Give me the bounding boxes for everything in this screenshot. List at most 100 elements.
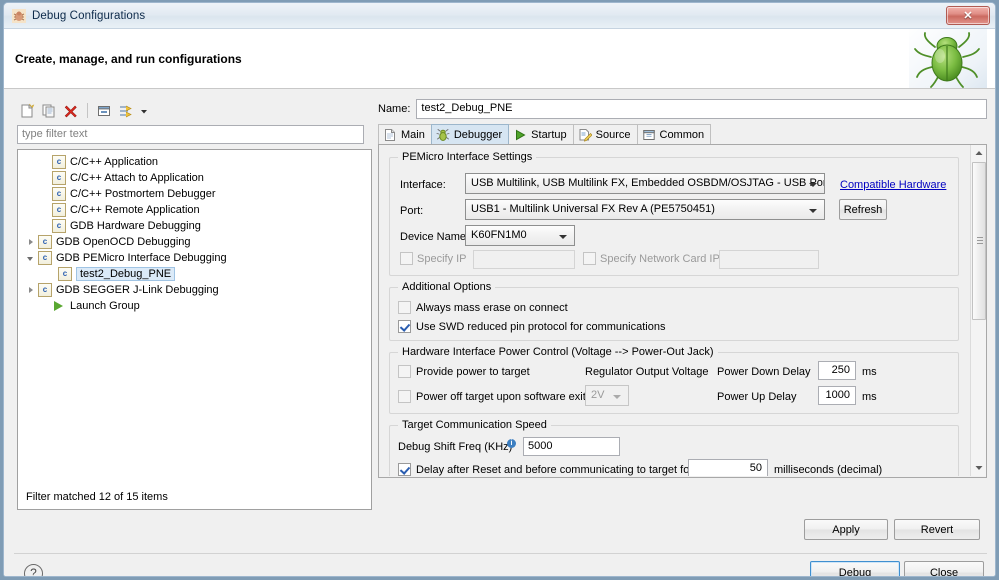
mass-erase-checkbox[interactable] xyxy=(398,301,411,314)
tree-item-launch-group[interactable]: Launch Group xyxy=(18,298,371,314)
tree-item-label: test2_Debug_PNE xyxy=(76,267,176,281)
additional-options-group: Additional Options Always mass erase on … xyxy=(389,281,959,341)
tree-collapse-arrow[interactable] xyxy=(24,250,38,266)
c-file-icon: c xyxy=(52,155,66,169)
specify-network-card-ip-label: Specify Network Card IP xyxy=(600,253,720,265)
tree-arrow xyxy=(38,202,52,218)
debug-shift-freq-input[interactable]: 5000 xyxy=(523,437,620,456)
tab-label: Common xyxy=(659,128,705,141)
specify-ip-checkbox[interactable] xyxy=(400,252,413,265)
toolbar-separator xyxy=(87,103,88,118)
delay-after-reset-checkbox[interactable] xyxy=(398,463,411,476)
tree-item-cpp-postmortem[interactable]: c C/C++ Postmortem Debugger xyxy=(18,186,371,202)
close-button[interactable]: Close xyxy=(904,561,984,576)
delay-after-reset-label: Delay after Reset and before communicati… xyxy=(416,464,693,476)
tab-debugger[interactable]: Debugger xyxy=(430,124,510,144)
tree-item-cpp-application[interactable]: c C/C++ Application xyxy=(18,154,371,170)
close-icon: ✕ xyxy=(963,10,973,22)
tree-item-gdb-hardware[interactable]: c GDB Hardware Debugging xyxy=(18,218,371,234)
apply-button[interactable]: Apply xyxy=(804,519,888,540)
power-off-exit-checkbox[interactable] xyxy=(398,390,411,403)
info-icon[interactable]: i xyxy=(507,439,516,448)
tab-source[interactable]: Source xyxy=(572,124,638,144)
debug-button[interactable]: Debug xyxy=(810,561,900,576)
tree-item-gdb-segger[interactable]: c GDB SEGGER J-Link Debugging xyxy=(18,282,371,298)
filter-input[interactable]: type filter text xyxy=(17,125,364,144)
power-down-delay-input[interactable]: 250 xyxy=(818,361,856,380)
debug-configurations-window: Debug Configurations ✕ Create, manage, a… xyxy=(3,2,996,577)
swd-protocol-checkbox[interactable] xyxy=(398,320,411,333)
hardware-power-control-group: Hardware Interface Power Control (Voltag… xyxy=(389,346,959,414)
window-title: Debug Configurations xyxy=(32,9,146,22)
name-row: Name: test2_Debug_PNE xyxy=(378,99,987,119)
common-icon xyxy=(642,128,656,142)
tab-label: Main xyxy=(401,128,425,141)
group-title: Target Communication Speed xyxy=(398,419,551,431)
tree-item-label: GDB OpenOCD Debugging xyxy=(56,236,191,248)
tree-expand-arrow[interactable] xyxy=(24,282,38,298)
dialog-content: type filter text c C/C++ Application c C… xyxy=(4,89,995,576)
debugger-tab-panel: PEMicro Interface Settings Interface: US… xyxy=(378,145,987,478)
scrollbar-thumb[interactable] xyxy=(972,162,986,320)
collapse-all-icon[interactable] xyxy=(94,101,114,121)
configurations-toolbar xyxy=(14,99,372,122)
c-file-icon: c xyxy=(38,251,52,265)
interface-combo[interactable]: USB Multilink, USB Multilink FX, Embedde… xyxy=(465,173,825,194)
source-icon xyxy=(578,128,593,142)
power-up-delay-input[interactable]: 1000 xyxy=(818,386,856,405)
name-label: Name: xyxy=(378,103,411,115)
c-file-icon: c xyxy=(52,187,66,201)
c-file-icon: c xyxy=(52,171,66,185)
tree-arrow xyxy=(38,186,52,202)
configurations-tree[interactable]: c C/C++ Application c C/C++ Attach to Ap… xyxy=(17,149,372,510)
duplicate-configuration-icon[interactable] xyxy=(39,101,59,121)
tree-item-label: GDB Hardware Debugging xyxy=(70,220,201,232)
scroll-up-arrow-icon[interactable] xyxy=(971,145,986,161)
regulator-voltage-combo[interactable]: 2V xyxy=(585,385,629,406)
configurations-panel: type filter text c C/C++ Application c C… xyxy=(14,99,372,511)
settings-vertical-scrollbar[interactable] xyxy=(970,145,986,476)
tree-item-gdb-openocd[interactable]: c GDB OpenOCD Debugging xyxy=(18,234,371,250)
tree-item-cpp-attach[interactable]: c C/C++ Attach to Application xyxy=(18,170,371,186)
tab-bar: Main Debugger Startup Source Common xyxy=(378,124,987,145)
tree-arrow xyxy=(38,298,52,314)
configuration-editor: Name: test2_Debug_PNE Main Debugger Star… xyxy=(378,99,987,511)
tab-common[interactable]: Common xyxy=(636,124,712,144)
regulator-output-voltage-label: Regulator Output Voltage xyxy=(585,366,709,378)
tree-arrow xyxy=(38,218,52,234)
revert-button[interactable]: Revert xyxy=(894,519,980,540)
tree-item-test2-debug-pne[interactable]: c test2_Debug_PNE xyxy=(18,266,371,282)
specify-ip-input[interactable] xyxy=(473,250,575,269)
scroll-down-arrow-icon[interactable] xyxy=(971,460,986,476)
new-configuration-icon[interactable] xyxy=(17,101,37,121)
tree-item-label: GDB PEMicro Interface Debugging xyxy=(56,252,227,264)
compatible-hardware-link[interactable]: Compatible Hardware xyxy=(840,179,946,191)
tab-main[interactable]: Main xyxy=(378,124,432,144)
power-off-exit-label: Power off target upon software exit xyxy=(416,391,586,403)
group-title: Hardware Interface Power Control (Voltag… xyxy=(398,346,718,358)
delete-configuration-icon[interactable] xyxy=(61,101,81,121)
tab-startup[interactable]: Startup xyxy=(508,124,574,144)
group-title: PEMicro Interface Settings xyxy=(398,151,537,163)
specify-network-card-ip-checkbox[interactable] xyxy=(583,252,596,265)
c-file-icon: c xyxy=(38,283,52,297)
tree-item-cpp-remote[interactable]: c C/C++ Remote Application xyxy=(18,202,371,218)
power-down-delay-label: Power Down Delay xyxy=(717,366,811,378)
port-combo[interactable]: USB1 - Multilink Universal FX Rev A (PE5… xyxy=(465,199,825,220)
device-name-combo[interactable]: K60FN1M0 xyxy=(465,225,575,246)
help-icon[interactable]: ? xyxy=(24,564,43,576)
provide-power-checkbox[interactable] xyxy=(398,365,411,378)
name-input[interactable]: test2_Debug_PNE xyxy=(416,99,987,119)
chevron-down-icon[interactable] xyxy=(138,101,150,121)
tree-item-gdb-pemicro[interactable]: c GDB PEMicro Interface Debugging xyxy=(18,250,371,266)
refresh-button[interactable]: Refresh xyxy=(839,199,887,220)
specify-ip-label: Specify IP xyxy=(417,253,467,265)
provide-power-label: Provide power to target xyxy=(416,366,530,378)
close-window-button[interactable]: ✕ xyxy=(946,6,990,25)
tree-expand-arrow[interactable] xyxy=(24,234,38,250)
specify-network-card-ip-input[interactable] xyxy=(719,250,819,269)
tree-list: c C/C++ Application c C/C++ Attach to Ap… xyxy=(18,150,371,314)
delay-after-reset-input[interactable]: 50 xyxy=(688,459,768,476)
tab-label: Startup xyxy=(531,128,567,141)
filter-icon[interactable] xyxy=(116,101,136,121)
